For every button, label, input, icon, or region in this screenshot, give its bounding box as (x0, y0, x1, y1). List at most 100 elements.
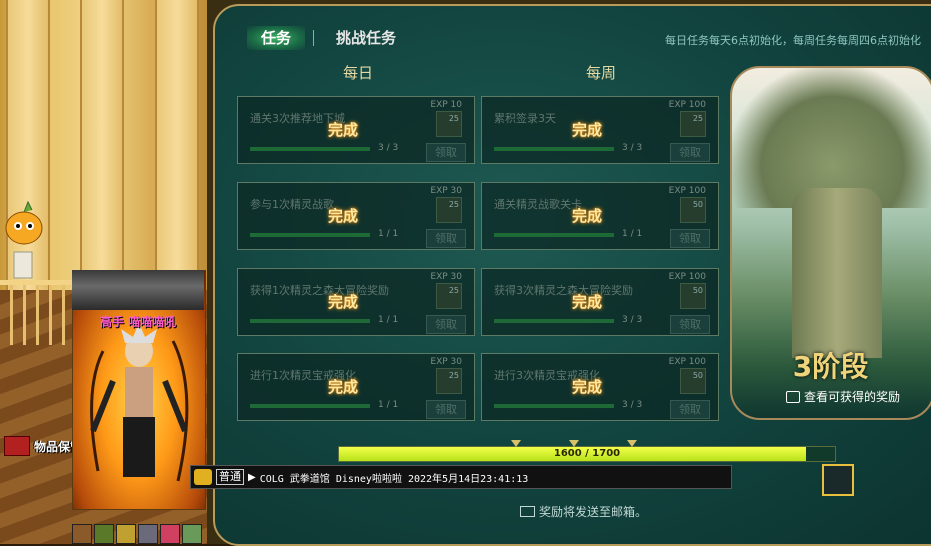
quick-slot[interactable] (72, 524, 92, 544)
reward-count: 25 (448, 286, 459, 295)
mail-note: 奖励将发送至邮箱。 (520, 503, 647, 520)
quest-progress: 1 / 1 (378, 229, 399, 239)
quest-exp: EXP 30 (430, 186, 462, 196)
quick-slot[interactable] (160, 524, 180, 544)
reward-count: 50 (692, 371, 703, 380)
character-header-bar (72, 270, 204, 310)
chat-message: COLG 武拳道馆 Disney啦啦啦 2022年5月14日23:41:13 (259, 473, 529, 485)
weekly-column-header: 每周 (585, 64, 616, 82)
milestone-marker (569, 440, 579, 447)
claim-button[interactable]: 领取 (670, 400, 710, 419)
claim-button[interactable]: 领取 (426, 400, 466, 419)
daily-quest-card: 进行1次精灵宝戒强化 EXP 30 1 / 1 25 领取 完成 (237, 353, 475, 421)
quest-exp: EXP 100 (668, 100, 706, 110)
quest-progress-bar (494, 319, 614, 323)
reward-icon: 25 (436, 111, 462, 137)
completed-label: 完成 (572, 293, 603, 311)
milestone-marker (627, 440, 637, 447)
reward-icon: 25 (436, 368, 462, 394)
quick-slot[interactable] (94, 524, 114, 544)
mascot-npc[interactable] (2, 200, 48, 282)
quest-name: 累积签录3天 (494, 112, 556, 125)
quest-tabs: 任务 挑战任务 (247, 26, 410, 50)
chat-bar: 普通 ▶ COLG 武拳道馆 Disney啦啦啦 2022年5月14日23:41… (190, 465, 732, 489)
tree-canopy (732, 68, 931, 208)
quest-name: 获得3次精灵之森大冒险奖励 (494, 284, 633, 297)
wall-panel (155, 0, 199, 290)
stage-progress-bar: 1600 / 1700 (338, 446, 836, 462)
quest-exp: EXP 100 (668, 186, 706, 196)
claim-button[interactable]: 领取 (670, 143, 710, 162)
quest-progress: 3 / 3 (378, 143, 399, 153)
completed-label: 完成 (328, 293, 359, 311)
quick-slot[interactable] (182, 524, 202, 544)
tab-quests[interactable]: 任务 (247, 26, 306, 50)
completed-label: 完成 (328, 207, 359, 225)
reward-count: 25 (448, 371, 459, 380)
quest-progress: 3 / 3 (622, 143, 643, 153)
stage-progress-text: 1600 / 1700 (553, 448, 621, 459)
quest-progress-bar (494, 233, 614, 237)
quest-exp: EXP 10 (430, 100, 462, 110)
view-rewards-text: 查看可获得的奖励 (804, 390, 901, 404)
completed-label: 完成 (572, 378, 603, 396)
quest-exp: EXP 100 (668, 272, 706, 282)
quest-progress-bar (250, 319, 370, 323)
quest-progress-bar (494, 404, 614, 408)
claim-button[interactable]: 领取 (426, 229, 466, 248)
quest-name: 获得1次精灵之森大冒险奖励 (250, 284, 389, 297)
reward-icon: 50 (680, 283, 706, 309)
chat-arrow-icon: ▶ (248, 471, 256, 483)
completed-label: 完成 (572, 207, 603, 225)
tab-divider (313, 30, 315, 46)
chat-channel[interactable]: 普通 (216, 469, 244, 485)
quick-slot[interactable] (138, 524, 158, 544)
weekly-quest-card: 获得3次精灵之森大冒险奖励 EXP 100 3 / 3 50 领取 完成 (481, 268, 719, 336)
quest-progress-bar (494, 147, 614, 151)
reward-icon: 50 (680, 368, 706, 394)
claim-button[interactable]: 领取 (426, 315, 466, 334)
reward-icon: 50 (680, 197, 706, 223)
reward-icon: 25 (680, 111, 706, 137)
reward-count: 50 (692, 200, 703, 209)
final-reward-icon[interactable] (822, 464, 854, 496)
quest-exp: EXP 30 (430, 272, 462, 282)
quest-progress: 3 / 3 (622, 315, 643, 325)
tab-challenge-quests[interactable]: 挑战任务 (322, 26, 410, 50)
completed-label: 完成 (328, 121, 359, 139)
quest-progress-bar (250, 147, 370, 151)
reward-count: 25 (692, 114, 703, 123)
completed-label: 完成 (572, 121, 603, 139)
quest-progress: 1 / 1 (378, 315, 399, 325)
quest-progress-bar (250, 404, 370, 408)
wall-panel (80, 0, 124, 290)
reward-icon: 25 (436, 197, 462, 223)
milestone-marker (511, 440, 521, 447)
quest-name: 通关精灵战歌关卡 (494, 198, 582, 211)
view-rewards-link[interactable]: 查看可获得的奖励 (786, 388, 900, 405)
quick-slot[interactable] (116, 524, 136, 544)
weekly-quest-card: 进行3次精灵宝戒强化 EXP 100 3 / 3 50 领取 完成 (481, 353, 719, 421)
emoticon-icon[interactable] (194, 469, 212, 485)
gift-icon (786, 390, 800, 403)
character-name[interactable]: 高手 喵喵喵吼 (72, 313, 204, 330)
claim-button[interactable]: 领取 (670, 315, 710, 334)
reward-count: 50 (692, 286, 703, 295)
daily-column-header: 每日 (342, 64, 373, 82)
quest-progress: 1 / 1 (378, 400, 399, 410)
quest-exp: EXP 30 (430, 357, 462, 367)
quest-exp: EXP 100 (668, 357, 706, 367)
claim-button[interactable]: 领取 (670, 229, 710, 248)
stage-label: 3阶段 (792, 350, 869, 383)
warehouse-chest-icon (4, 436, 30, 456)
tree-trunk (792, 188, 882, 358)
quest-progress-bar (250, 233, 370, 237)
claim-button[interactable]: 领取 (426, 143, 466, 162)
mail-note-text: 奖励将发送至邮箱。 (539, 505, 648, 519)
quick-slot-bar (72, 524, 202, 544)
reward-count: 25 (448, 200, 459, 209)
mail-icon (520, 506, 535, 517)
daily-quest-card: 通关3次推荐地下城 EXP 10 3 / 3 25 领取 完成 (237, 96, 475, 164)
daily-quest-card: 参与1次精灵战歌 EXP 30 1 / 1 25 领取 完成 (237, 182, 475, 250)
reward-count: 25 (448, 114, 459, 123)
